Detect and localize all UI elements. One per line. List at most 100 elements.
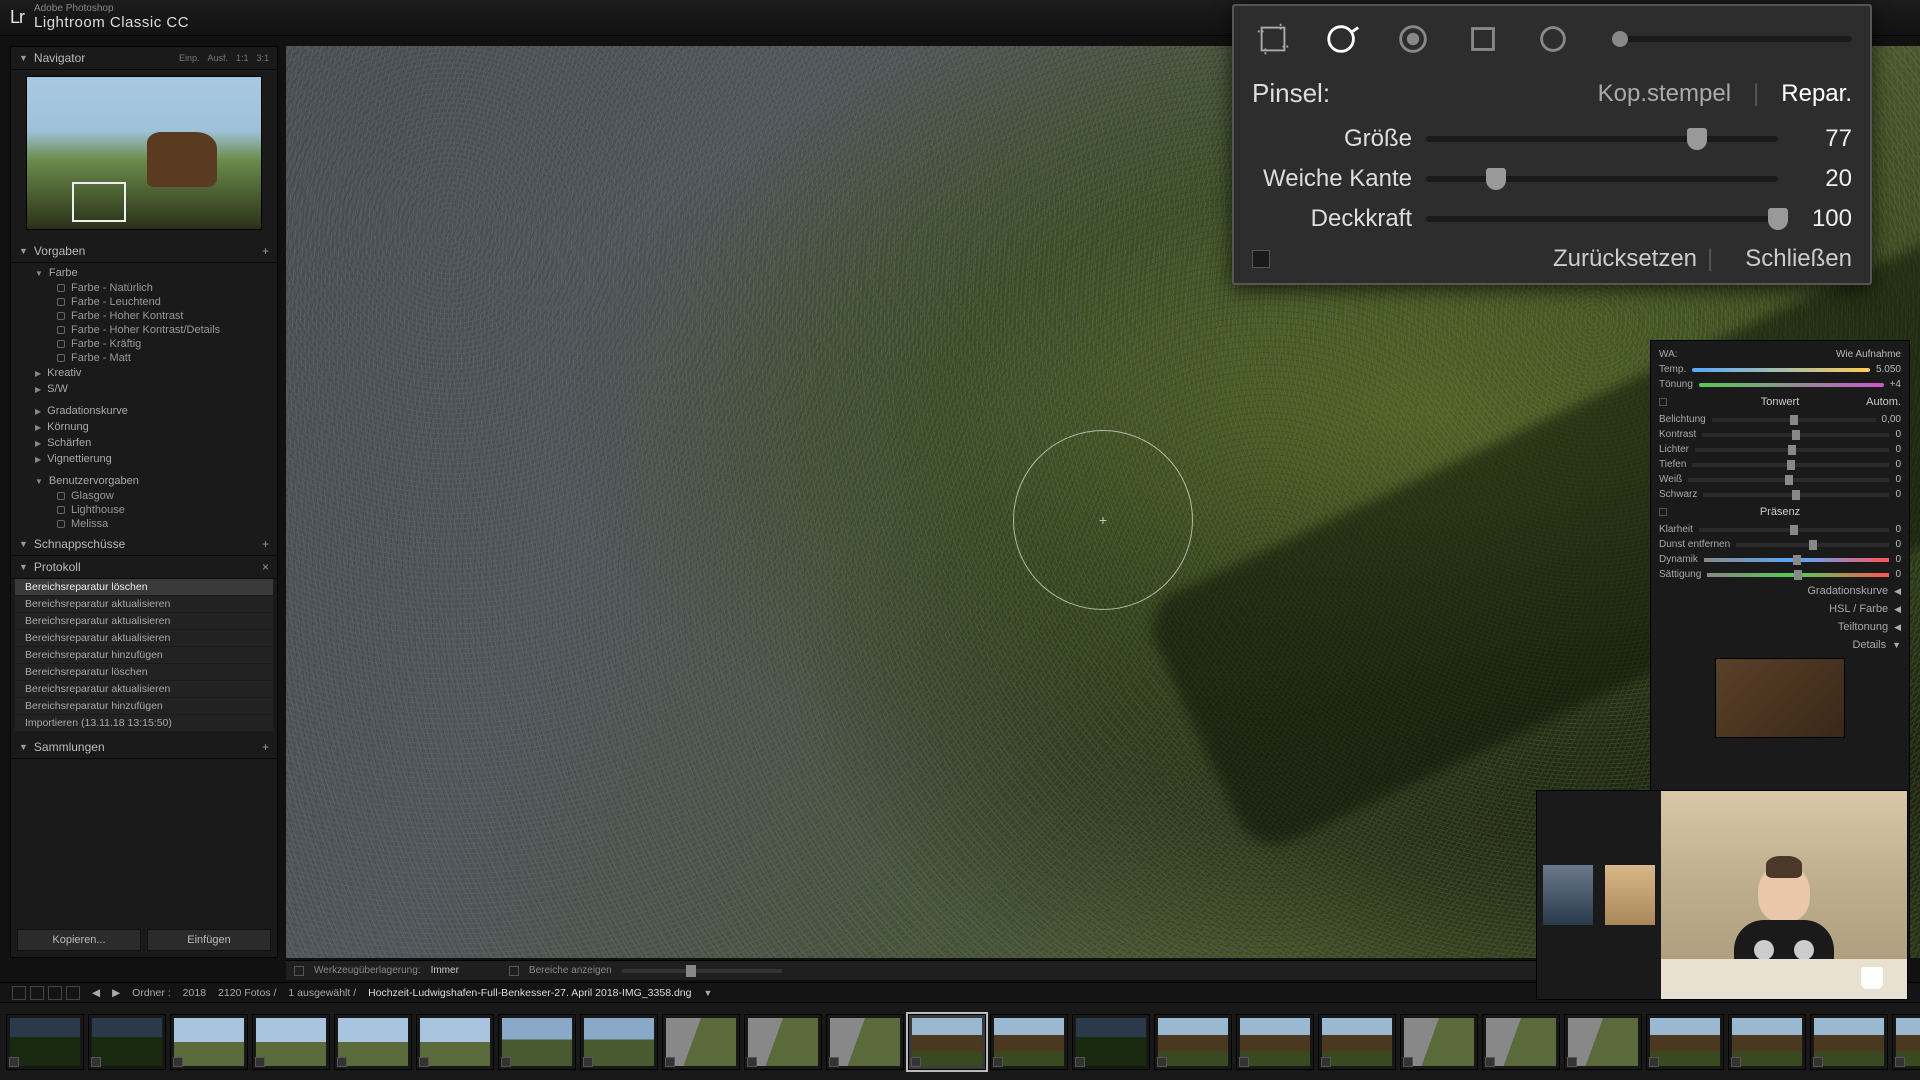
graduated-filter-tool-icon[interactable] (1462, 18, 1504, 60)
navigator-preview[interactable] (26, 76, 262, 230)
plus-icon[interactable]: + (262, 244, 269, 258)
zoom-fit[interactable]: Einp. (179, 53, 200, 63)
redeye-tool-icon[interactable] (1392, 18, 1434, 60)
history-item[interactable]: Bereichsreparatur löschen (15, 664, 273, 681)
tone-slider[interactable] (1702, 433, 1889, 437)
copy-button[interactable]: Kopieren... (17, 929, 141, 951)
preset-item[interactable]: Farbe - Kräftig (11, 337, 277, 351)
panel-gradationskurve[interactable]: Gradationskurve◀ (1659, 582, 1901, 600)
history-item[interactable]: Bereichsreparatur aktualisieren (15, 630, 273, 647)
filmstrip-thumb[interactable] (990, 1014, 1068, 1070)
plus-icon[interactable]: + (262, 740, 269, 754)
filmstrip-thumb[interactable] (88, 1014, 166, 1070)
plus-icon[interactable]: + (262, 537, 269, 551)
areas-checkbox[interactable] (509, 966, 519, 976)
zoom-3to1[interactable]: 3:1 (256, 53, 269, 63)
panel-hsl[interactable]: HSL / Farbe◀ (1659, 600, 1901, 618)
filmstrip-thumb[interactable] (1646, 1014, 1724, 1070)
presence-slider[interactable] (1707, 573, 1889, 577)
nav-back-icon[interactable]: ◀ (92, 987, 100, 999)
areas-slider[interactable] (622, 969, 782, 973)
filmstrip[interactable] (0, 1002, 1920, 1080)
spot-removal-tool-icon[interactable] (1322, 18, 1364, 60)
filmstrip-thumb[interactable] (6, 1014, 84, 1070)
clone-tab[interactable]: Kop.stempel (1598, 80, 1731, 108)
preset-group-scharf[interactable]: ▶Schärfen (11, 435, 277, 451)
preset-item[interactable]: Lighthouse (11, 503, 277, 517)
filmstrip-thumb[interactable] (580, 1014, 658, 1070)
opacity-slider[interactable] (1426, 216, 1778, 222)
filmstrip-thumb[interactable] (334, 1014, 412, 1070)
tone-slider[interactable] (1695, 448, 1889, 452)
filmstrip-thumb[interactable] (1892, 1014, 1920, 1070)
compare-view-icon[interactable] (48, 986, 62, 1000)
survey-view-icon[interactable] (66, 986, 80, 1000)
preset-item[interactable]: Glasgow (11, 489, 277, 503)
filmstrip-thumb[interactable] (662, 1014, 740, 1070)
filmstrip-thumb[interactable] (826, 1014, 904, 1070)
preset-group-kreativ[interactable]: ▶Kreativ (11, 365, 277, 381)
close-icon[interactable]: × (262, 560, 269, 574)
presets-header[interactable]: ▼ Vorgaben + (11, 240, 277, 263)
heal-tab[interactable]: Repar. (1781, 80, 1852, 108)
folder-name[interactable]: 2018 (183, 987, 206, 999)
wb-value[interactable]: Wie Aufnahme (1836, 349, 1901, 360)
filmstrip-thumb[interactable] (1400, 1014, 1478, 1070)
grid-view-icon[interactable] (12, 986, 26, 1000)
filmstrip-thumb[interactable] (1072, 1014, 1150, 1070)
filmstrip-thumb[interactable] (416, 1014, 494, 1070)
panel-teiltonung[interactable]: Teiltonung◀ (1659, 618, 1901, 636)
nav-fwd-icon[interactable]: ▶ (112, 987, 120, 999)
preset-item[interactable]: Farbe - Leuchtend (11, 295, 277, 309)
feather-slider[interactable] (1426, 176, 1778, 182)
preset-group-sw[interactable]: ▶S/W (11, 381, 277, 397)
crop-tool-icon[interactable] (1252, 18, 1294, 60)
presence-slider[interactable] (1704, 558, 1890, 562)
preset-item[interactable]: Farbe - Hoher Kontrast (11, 309, 277, 323)
zoom-1to1[interactable]: 1:1 (236, 53, 249, 63)
filmstrip-thumb[interactable] (1810, 1014, 1888, 1070)
zoom-fill[interactable]: Ausf. (207, 53, 228, 63)
detail-preview[interactable] (1715, 658, 1845, 738)
filmstrip-thumb[interactable] (908, 1014, 986, 1070)
filmstrip-thumb[interactable] (170, 1014, 248, 1070)
filmstrip-thumb[interactable] (252, 1014, 330, 1070)
history-item[interactable]: Bereichsreparatur aktualisieren (15, 613, 273, 630)
history-item[interactable]: Bereichsreparatur aktualisieren (15, 681, 273, 698)
presence-slider[interactable] (1699, 528, 1890, 532)
close-button[interactable]: Schließen (1745, 245, 1852, 273)
history-item[interactable]: Bereichsreparatur aktualisieren (15, 596, 273, 613)
tint-slider[interactable] (1699, 383, 1884, 387)
history-item[interactable]: Bereichsreparatur hinzufügen (15, 647, 273, 664)
preset-item[interactable]: Farbe - Matt (11, 351, 277, 365)
preset-group-farbe[interactable]: ▼Farbe (11, 265, 277, 281)
paste-button[interactable]: Einfügen (147, 929, 271, 951)
auto-button[interactable]: Autom. (1866, 396, 1901, 408)
overlay-dropdown[interactable]: Immer (431, 965, 459, 976)
tool-mini-slider[interactable] (1612, 36, 1852, 42)
snapshots-header[interactable]: ▼ Schnappschüsse + (11, 533, 277, 556)
filmstrip-thumb[interactable] (744, 1014, 822, 1070)
filmstrip-thumb[interactable] (1318, 1014, 1396, 1070)
tone-slider[interactable] (1712, 418, 1876, 422)
filmstrip-thumb[interactable] (1236, 1014, 1314, 1070)
preset-item[interactable]: Farbe - Hoher Kontrast/Details (11, 323, 277, 337)
reset-button[interactable]: Zurücksetzen (1553, 245, 1697, 273)
tone-slider[interactable] (1703, 493, 1889, 497)
history-item[interactable]: Importieren (13.11.18 13:15:50) (15, 715, 273, 732)
navigator-header[interactable]: ▼ Navigator Einp. Ausf. 1:1 3:1 (11, 47, 277, 70)
history-item[interactable]: Bereichsreparatur löschen (15, 579, 273, 596)
filmstrip-thumb[interactable] (1154, 1014, 1232, 1070)
preset-group-vign[interactable]: ▶Vignettierung (11, 451, 277, 467)
filmstrip-thumb[interactable] (1728, 1014, 1806, 1070)
pin-checkbox[interactable] (1252, 250, 1270, 268)
panel-details[interactable]: Details▼ (1659, 636, 1901, 654)
filmstrip-thumb[interactable] (1482, 1014, 1560, 1070)
history-header[interactable]: ▼ Protokoll × (11, 556, 277, 579)
preset-group-korn[interactable]: ▶Körnung (11, 419, 277, 435)
tone-slider[interactable] (1692, 463, 1889, 467)
presence-slider[interactable] (1736, 543, 1889, 547)
filmstrip-thumb[interactable] (498, 1014, 576, 1070)
preset-group-user[interactable]: ▼Benutzervorgaben (11, 473, 277, 489)
filmstrip-thumb[interactable] (1564, 1014, 1642, 1070)
